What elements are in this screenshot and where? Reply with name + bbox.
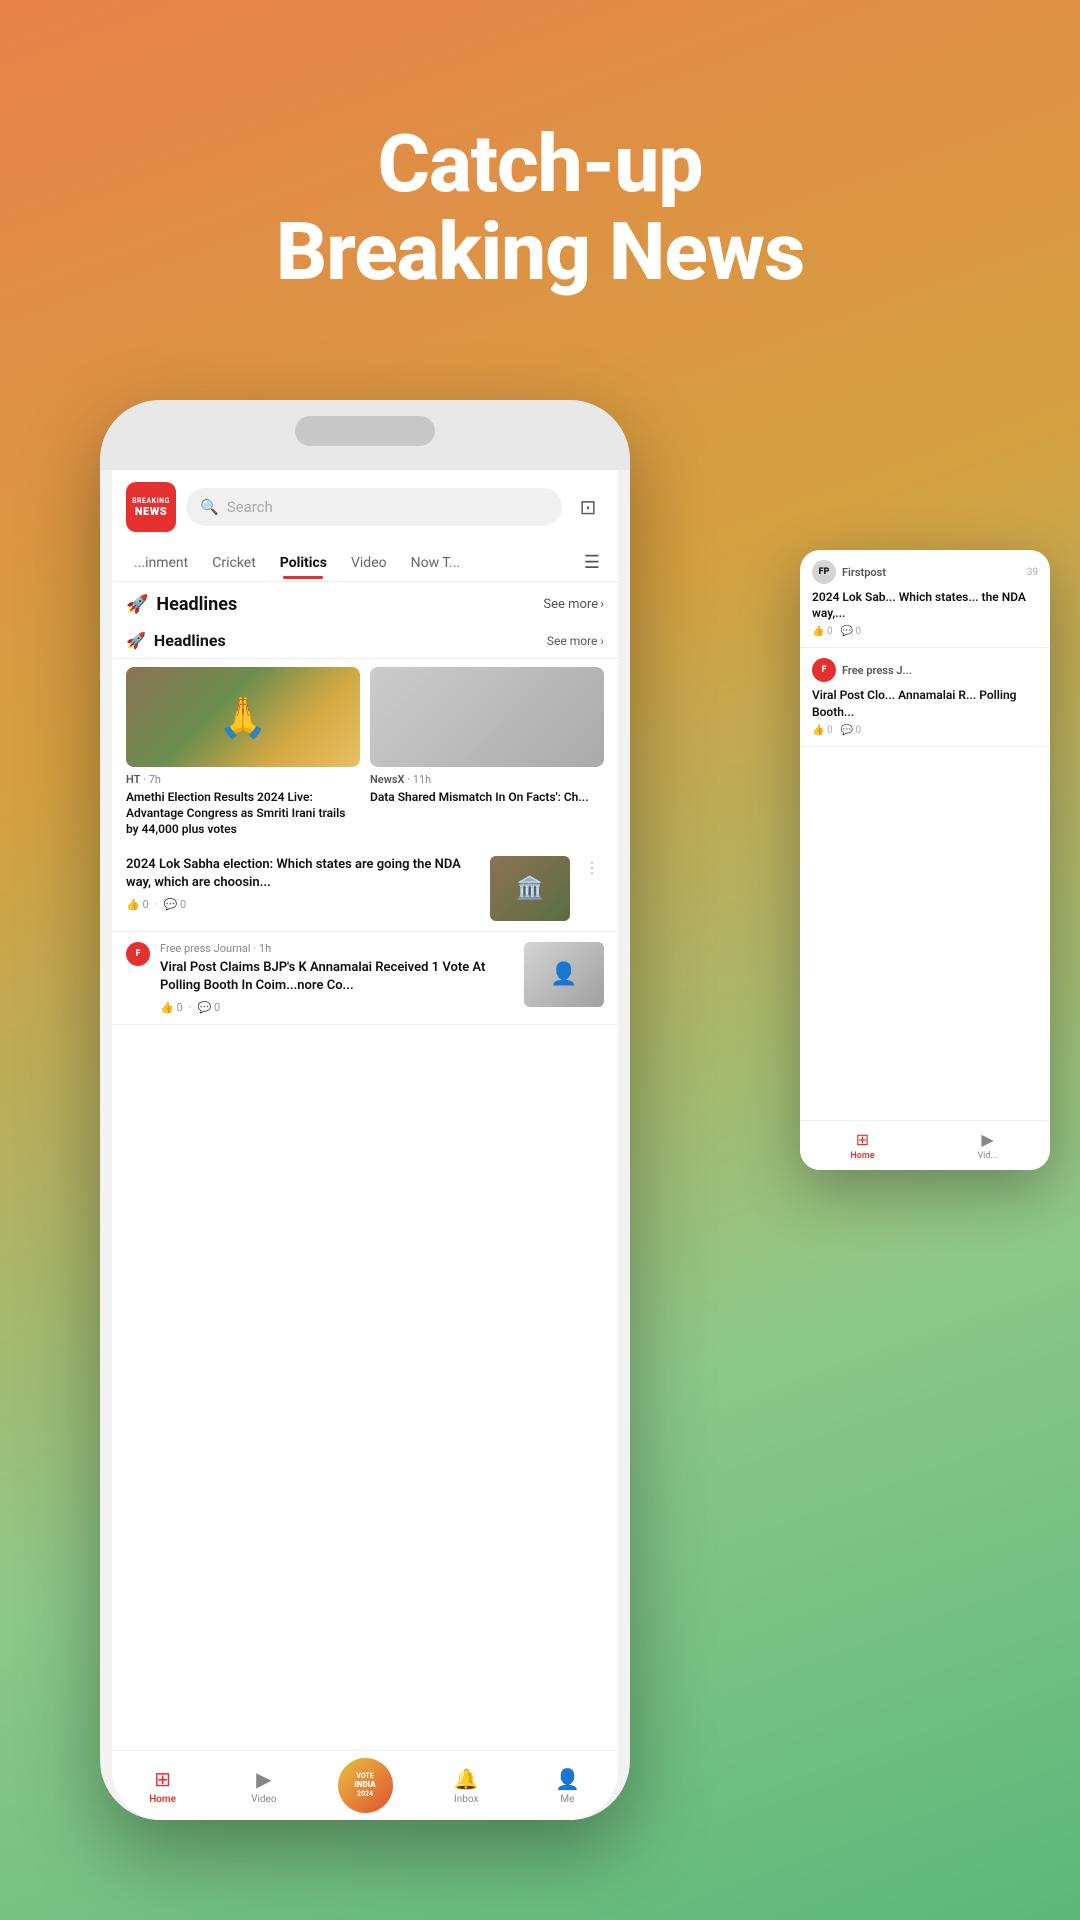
sp-title-2: Viral Post Clo... Annamalai R... Polling… — [812, 687, 1038, 719]
app-header: BREAKING NEWS 🔍 Search ⊡ — [112, 470, 618, 544]
video-label: Video — [251, 1794, 276, 1805]
logo-breaking: BREAKING — [132, 497, 170, 505]
list-item-1-title: 2024 Lok Sabha election: Which states ar… — [126, 856, 480, 892]
card-meta-1: HT · 7h — [126, 773, 360, 786]
card-title-1: Amethi Election Results 2024 Live: Advan… — [126, 789, 360, 838]
search-placeholder: Search — [227, 498, 273, 516]
sp-source-name-1: Firstpost — [842, 566, 886, 579]
tab-politics[interactable]: Politics — [268, 547, 339, 579]
qr-icon[interactable]: ⊡ — [572, 491, 604, 523]
list-item-1[interactable]: 2024 Lok Sabha election: Which states ar… — [112, 846, 618, 932]
sp-logo-2: F — [812, 658, 836, 682]
sp-source-row-2: F Free press J... — [812, 658, 1038, 682]
rocket-icon-2: 🚀 — [126, 631, 146, 650]
phone-notch — [295, 416, 435, 446]
more-options-1[interactable]: ⋮ — [580, 856, 604, 879]
hero-line1: Catch-up — [0, 120, 1080, 208]
sp-time-1: 39 — [1027, 567, 1038, 578]
list-item-1-meta: 👍 0 · 💬 0 — [126, 898, 480, 911]
tab-video[interactable]: Video — [339, 547, 399, 579]
home-label: Home — [149, 1794, 176, 1805]
tab-cricket[interactable]: Cricket — [200, 547, 268, 579]
phone-frame: BREAKING NEWS 🔍 Search ⊡ ...inment Crick… — [100, 400, 630, 1820]
sp-nav-video[interactable]: ▶ Vid... — [925, 1130, 1050, 1161]
list-item-2-title: Viral Post Claims BJP's K Annamalai Rece… — [160, 959, 514, 995]
news-card-2[interactable]: NewsX · 11h Data Shared Mismatch In On F… — [370, 667, 604, 838]
sp-stats-1: 👍 0 💬 0 — [812, 626, 1038, 637]
sp-video-label: Vid... — [977, 1151, 997, 1161]
secondary-panel: FP Firstpost 39 2024 Lok Sab... Which st… — [800, 550, 1050, 1170]
vote-badge: VOTE INDIA 2024 — [338, 1758, 393, 1813]
sp-item-1[interactable]: FP Firstpost 39 2024 Lok Sab... Which st… — [800, 550, 1050, 648]
nav-video[interactable]: ▶ Video — [213, 1767, 314, 1805]
nav-tabs: ...inment Cricket Politics Video Now T..… — [112, 544, 618, 582]
rocket-icon: 🚀 — [126, 594, 148, 615]
headlines-header: 🚀 Headlines See more › — [112, 582, 618, 623]
see-more-button[interactable]: See more › — [543, 597, 604, 612]
sp-home-icon: ⊞ — [856, 1130, 869, 1149]
search-bar[interactable]: 🔍 Search — [186, 488, 562, 526]
list-item-2-meta: 👍 0 · 💬 0 — [160, 1001, 514, 1014]
nav-me[interactable]: 👤 Me — [517, 1767, 618, 1805]
card-meta-2: NewsX · 11h — [370, 773, 604, 786]
sp-source-name-2: Free press J... — [842, 664, 912, 677]
list-item-2-content: Free press Journal · 1h Viral Post Claim… — [160, 942, 514, 1014]
search-icon: 🔍 — [200, 498, 219, 516]
card-img-2 — [370, 667, 604, 767]
list-item-2[interactable]: F Free press Journal · 1h Viral Post Cla… — [112, 932, 618, 1025]
phone-screen: BREAKING NEWS 🔍 Search ⊡ ...inment Crick… — [112, 470, 618, 1820]
sp-logo-1: FP — [812, 560, 836, 584]
headlines-header-2: 🚀 Headlines See more › — [112, 623, 618, 659]
headlines-title: Headlines — [156, 594, 237, 615]
bottom-nav: ⊞ Home ▶ Video VOTE INDIA 2024 🔔 Inbox 👤 — [112, 1750, 618, 1820]
sp-title-1: 2024 Lok Sab... Which states... the NDA … — [812, 589, 1038, 621]
list-item-2-source: Free press Journal · 1h — [160, 942, 514, 955]
logo-news: NEWS — [135, 505, 167, 518]
app-logo: BREAKING NEWS — [126, 482, 176, 532]
sp-home-label: Home — [850, 1151, 874, 1161]
tab-entertainment[interactable]: ...inment — [122, 547, 200, 579]
news-card-1[interactable]: HT · 7h Amethi Election Results 2024 Liv… — [126, 667, 360, 838]
sp-video-icon: ▶ — [981, 1130, 993, 1149]
card-img-smriti — [126, 667, 360, 767]
video-icon: ▶ — [256, 1767, 271, 1791]
headlines-left: 🚀 Headlines — [126, 594, 237, 615]
nav-home[interactable]: ⊞ Home — [112, 1767, 213, 1805]
card-row: HT · 7h Amethi Election Results 2024 Liv… — [112, 659, 618, 846]
card-title-2: Data Shared Mismatch In On Facts': Ch... — [370, 789, 604, 805]
inbox-icon: 🔔 — [454, 1767, 479, 1791]
list-item-1-content: 2024 Lok Sabha election: Which states ar… — [126, 856, 480, 911]
source-logo-fpj: F — [126, 942, 150, 966]
sp-source-row-1: FP Firstpost 39 — [812, 560, 1038, 584]
see-more-2[interactable]: See more › — [547, 634, 604, 648]
headlines-title-2: Headlines — [154, 631, 226, 650]
nav-inbox[interactable]: 🔔 Inbox — [416, 1767, 517, 1805]
nav-vote[interactable]: VOTE INDIA 2024 — [314, 1758, 415, 1813]
me-label: Me — [560, 1794, 574, 1805]
sp-nav-home[interactable]: ⊞ Home — [800, 1130, 925, 1161]
sp-bottom-nav: ⊞ Home ▶ Vid... — [800, 1120, 1050, 1170]
menu-icon[interactable]: ☰ — [576, 544, 608, 581]
hero-section: Catch-up Breaking News — [0, 120, 1080, 296]
inbox-label: Inbox — [454, 1794, 478, 1805]
home-icon: ⊞ — [154, 1767, 171, 1791]
sp-item-2[interactable]: F Free press J... Viral Post Clo... Anna… — [800, 648, 1050, 746]
list-item-1-img: 🏛️ — [490, 856, 570, 921]
list-item-2-img: 👤 — [524, 942, 604, 1007]
hero-line2: Breaking News — [0, 208, 1080, 296]
tab-nowt[interactable]: Now T... — [399, 547, 473, 579]
profile-icon: 👤 — [555, 1767, 580, 1791]
sp-stats-2: 👍 0 💬 0 — [812, 725, 1038, 736]
